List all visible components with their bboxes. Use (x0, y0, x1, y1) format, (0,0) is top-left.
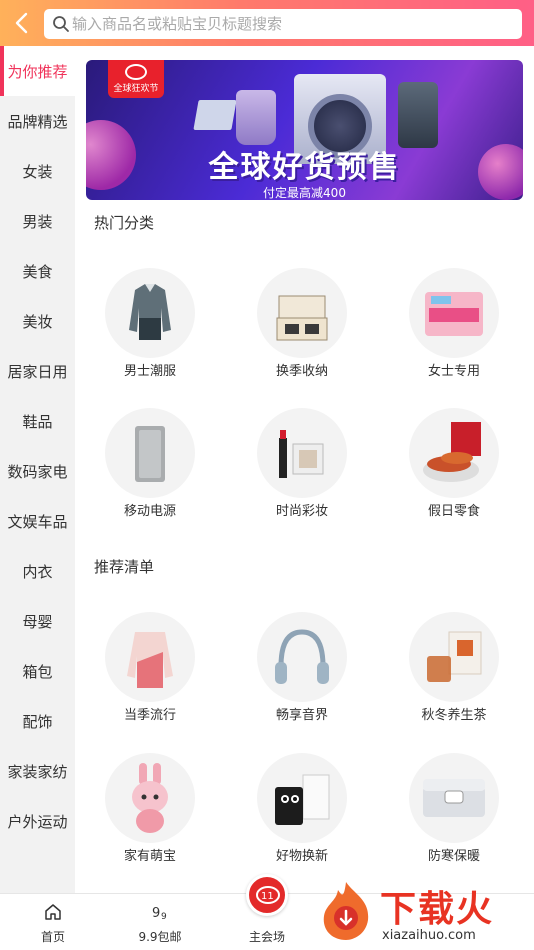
recommend-label: 好物换新 (275, 849, 328, 864)
candle-icon (257, 753, 347, 843)
category-label: 换季收纳 (275, 364, 328, 379)
storage-box-icon (257, 268, 347, 358)
lipstick-icon (257, 408, 347, 498)
recommend-item[interactable]: 畅享音界 (227, 612, 377, 742)
search-icon (53, 16, 69, 32)
category-label: 时尚彩妆 (275, 504, 328, 519)
category-item[interactable]: 换季收纳 (227, 268, 377, 398)
recommend-label: 家有萌宝 (123, 849, 176, 864)
recommend-label: 防寒保暖 (427, 849, 480, 864)
category-label: 男士潮服 (123, 364, 176, 379)
category-label: 女士专用 (427, 364, 480, 379)
sidebar-item-underwear[interactable]: 内衣 (0, 546, 75, 596)
recommend-item[interactable]: 家有萌宝 (75, 753, 225, 883)
badge-text: 全球狂欢节 (113, 84, 159, 94)
flame-logo-icon (323, 882, 369, 940)
nav-label: 9.9包邮 (138, 930, 182, 944)
banner-subtitle: 付定最高减400 (263, 186, 346, 200)
nav-label: 首页 (40, 930, 65, 944)
power-bank-icon (105, 408, 195, 498)
sidebar-item-home-textile[interactable]: 家装家纺 (0, 746, 75, 796)
svg-text:9: 9 (161, 912, 167, 921)
sidebar-item-beauty[interactable]: 美妆 (0, 296, 75, 346)
section-title-hot: 热门分类 (94, 214, 155, 232)
category-item[interactable]: 女士专用 (379, 268, 529, 398)
sidebar-item-shoes[interactable]: 鞋品 (0, 396, 75, 446)
sidebar-item-men[interactable]: 男装 (0, 196, 75, 246)
sidebar-item-baby[interactable]: 母婴 (0, 596, 75, 646)
nav-main-venue[interactable]: 11 主会场 (222, 874, 312, 950)
promo-banner[interactable]: 全球狂欢节 全球好货预售 付定最高减400 (86, 60, 523, 200)
watermark-url: xiazaihuo.com (382, 928, 476, 943)
jacket-icon (105, 268, 195, 358)
recommend-item[interactable]: 好物换新 (227, 753, 377, 883)
watermark-text: 下载火 (380, 889, 495, 930)
electric-blanket-icon (409, 753, 499, 843)
sidebar-item-recommend[interactable]: 为你推荐 (0, 46, 75, 96)
nav-nine-nine[interactable]: 9 9 9.9包邮 (115, 894, 205, 950)
tea-icon (409, 612, 499, 702)
chevron-left-icon (15, 12, 28, 34)
home-icon (45, 904, 61, 920)
recommend-item[interactable]: 秋冬养生茶 (379, 612, 529, 742)
search-bar[interactable] (44, 9, 522, 39)
search-input[interactable] (72, 9, 512, 39)
nav-label: 主会场 (248, 930, 285, 944)
recommend-label: 畅享音界 (275, 708, 328, 723)
nav-home[interactable]: 首页 (8, 894, 98, 950)
svg-text:11: 11 (261, 891, 274, 902)
recommend-item[interactable]: 防寒保暖 (379, 753, 529, 883)
sidebar-item-digital[interactable]: 数码家电 (0, 446, 75, 496)
double-eleven-icon: 11 (246, 874, 288, 916)
section-title-recommended: 推荐清单 (94, 558, 155, 576)
sidebar-item-brands[interactable]: 品牌精选 (0, 96, 75, 146)
sidebar-item-women[interactable]: 女装 (0, 146, 75, 196)
recommend-label: 秋冬养生茶 (421, 708, 487, 723)
category-label: 假日零食 (427, 504, 480, 519)
double-eleven-logo: 全球狂欢节 (108, 60, 164, 98)
sidebar-item-accessories[interactable]: 配饰 (0, 696, 75, 746)
sidebar-item-outdoor[interactable]: 户外运动 (0, 796, 75, 846)
category-item[interactable]: 移动电源 (75, 408, 225, 538)
sanitary-pad-icon (409, 268, 499, 358)
category-sidebar: 为你推荐 品牌精选 女装 男装 美食 美妆 居家日用 鞋品 数码家电 文娱车品 … (0, 46, 75, 893)
recommend-item[interactable]: 当季流行 (75, 612, 225, 742)
banner-title: 全球好货预售 (208, 150, 401, 185)
headphones-icon (257, 612, 347, 702)
phone-graphic (398, 82, 438, 148)
sidebar-item-food[interactable]: 美食 (0, 246, 75, 296)
category-label: 移动电源 (123, 504, 176, 519)
perfume-graphic (236, 90, 276, 145)
toy-bunny-icon (105, 753, 195, 843)
category-item[interactable]: 假日零食 (379, 408, 529, 538)
back-button[interactable] (10, 10, 36, 36)
site-watermark: 下载火 xiazaihuo.com (314, 876, 534, 946)
sidebar-item-household[interactable]: 居家日用 (0, 346, 75, 396)
category-item[interactable]: 男士潮服 (75, 268, 225, 398)
top-header (0, 0, 534, 46)
sidebar-item-entertainment[interactable]: 文娱车品 (0, 496, 75, 546)
category-item[interactable]: 时尚彩妆 (227, 408, 377, 538)
recommend-label: 当季流行 (123, 708, 176, 723)
laptop-graphic (193, 100, 237, 130)
sidebar-item-bags[interactable]: 箱包 (0, 646, 75, 696)
nine-nine-icon: 9 9 (152, 906, 167, 921)
sweater-icon (105, 612, 195, 702)
svg-text:9: 9 (152, 906, 160, 921)
snack-icon (409, 408, 499, 498)
